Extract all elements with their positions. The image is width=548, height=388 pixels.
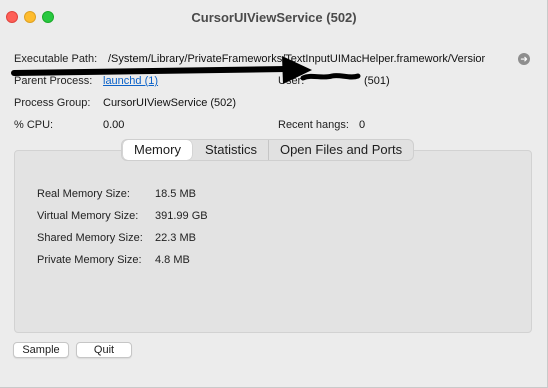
recent-hangs-value: 0 [359, 119, 366, 131]
process-group-label: Process Group: [14, 97, 91, 109]
virtual-memory-label: Virtual Memory Size: [37, 210, 139, 222]
user-value: (501) [364, 75, 390, 87]
process-group-value: CursorUIViewService (502) [103, 97, 237, 109]
cpu-label: % CPU: [14, 119, 54, 131]
process-inspector-window: CursorUIViewService (502) Executable Pat… [0, 0, 548, 388]
recent-hangs-label: Recent hangs: [278, 119, 349, 131]
tab-bar: Memory Statistics Open Files and Ports [121, 139, 415, 161]
arrow-right-circle-icon[interactable]: ➜ [518, 53, 530, 65]
cpu-value: 0.00 [103, 119, 125, 131]
private-memory-label: Private Memory Size: [37, 254, 142, 266]
real-memory-value: 18.5 MB [155, 188, 196, 200]
title-bar: CursorUIViewService (502) [0, 0, 548, 36]
redaction-scribble-icon [300, 73, 361, 81]
executable-path-label: Executable Path: [14, 53, 98, 65]
tab-open-files-and-ports[interactable]: Open Files and Ports [269, 140, 413, 160]
quit-button[interactable]: Quit [76, 342, 132, 358]
window-title: CursorUIViewService (502) [191, 10, 357, 25]
real-memory-label: Real Memory Size: [37, 188, 130, 200]
private-memory-value: 4.8 MB [155, 254, 190, 266]
user-label: User: [278, 75, 305, 87]
virtual-memory-value: 391.99 GB [155, 210, 208, 222]
shared-memory-label: Shared Memory Size: [37, 232, 143, 244]
annotation-arrow-icon [11, 66, 289, 76]
tab-content-panel: Real Memory Size: 18.5 MB Virtual Memory… [14, 150, 532, 333]
shared-memory-value: 22.3 MB [155, 232, 196, 244]
sample-button[interactable]: Sample [13, 342, 69, 358]
tab-statistics[interactable]: Statistics [194, 140, 269, 160]
parent-process-label: Parent Process: [14, 75, 93, 87]
parent-process-link[interactable]: launchd (1) [103, 75, 158, 87]
tab-memory[interactable]: Memory [123, 140, 192, 160]
executable-path-value: /System/Library/PrivateFrameworks/TextIn… [108, 53, 486, 65]
